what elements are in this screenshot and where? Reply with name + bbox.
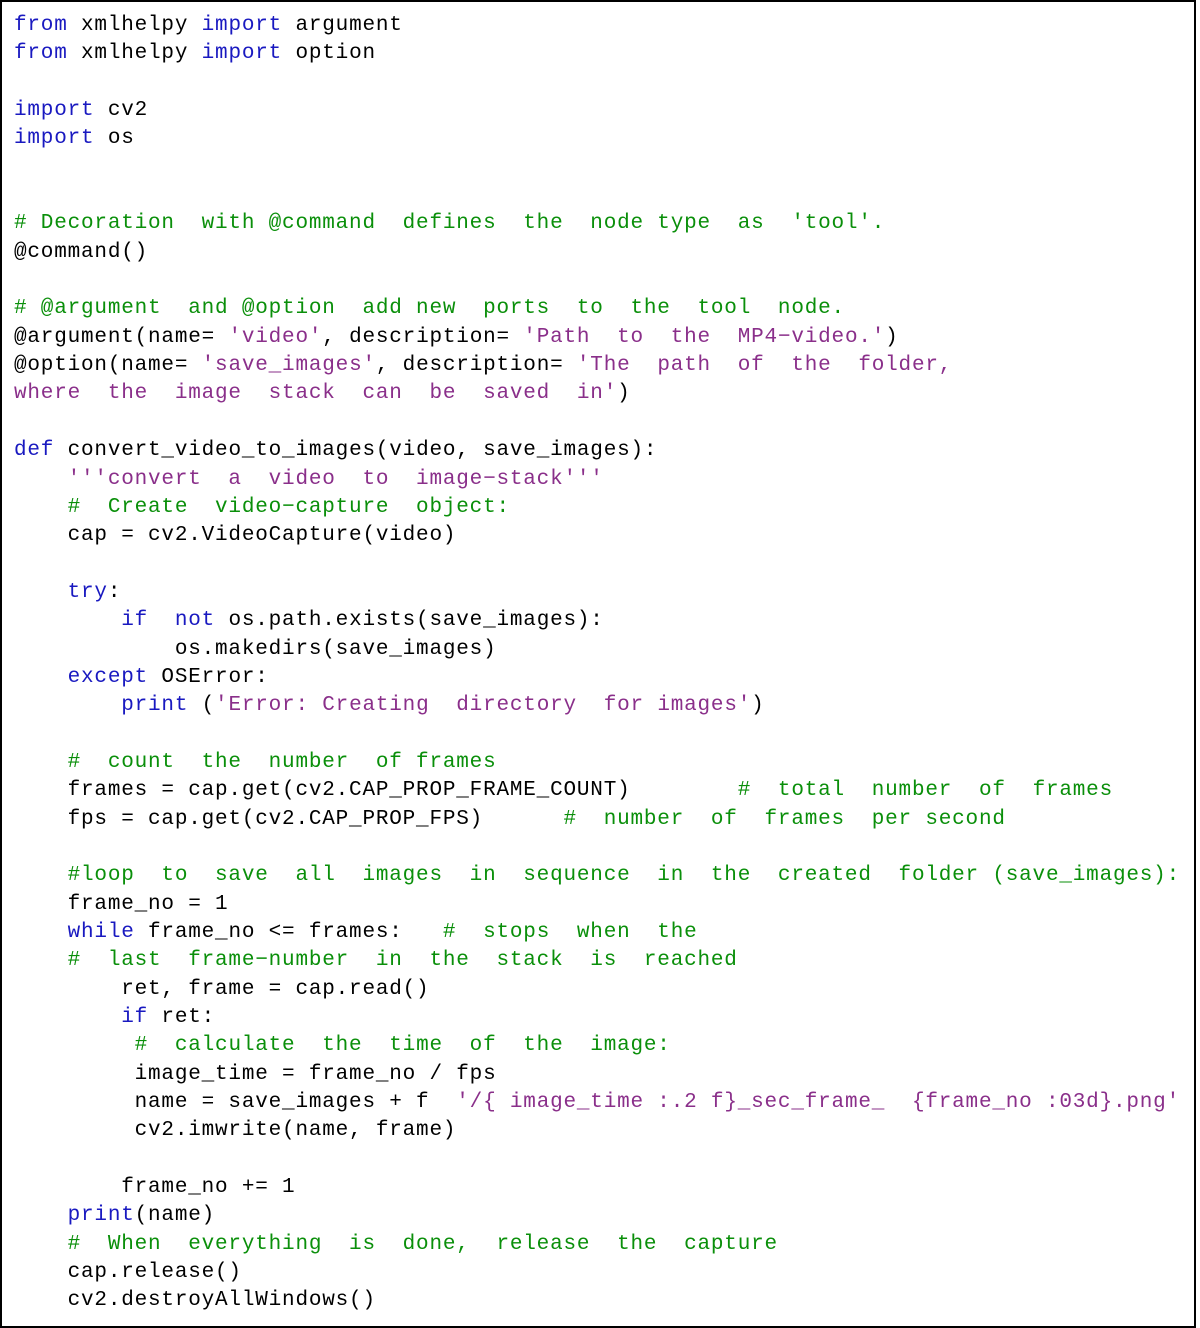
code-content: from xmlhelpy import argument from xmlhe… [14, 12, 1182, 1316]
code-block: from xmlhelpy import argument from xmlhe… [0, 0, 1196, 1328]
